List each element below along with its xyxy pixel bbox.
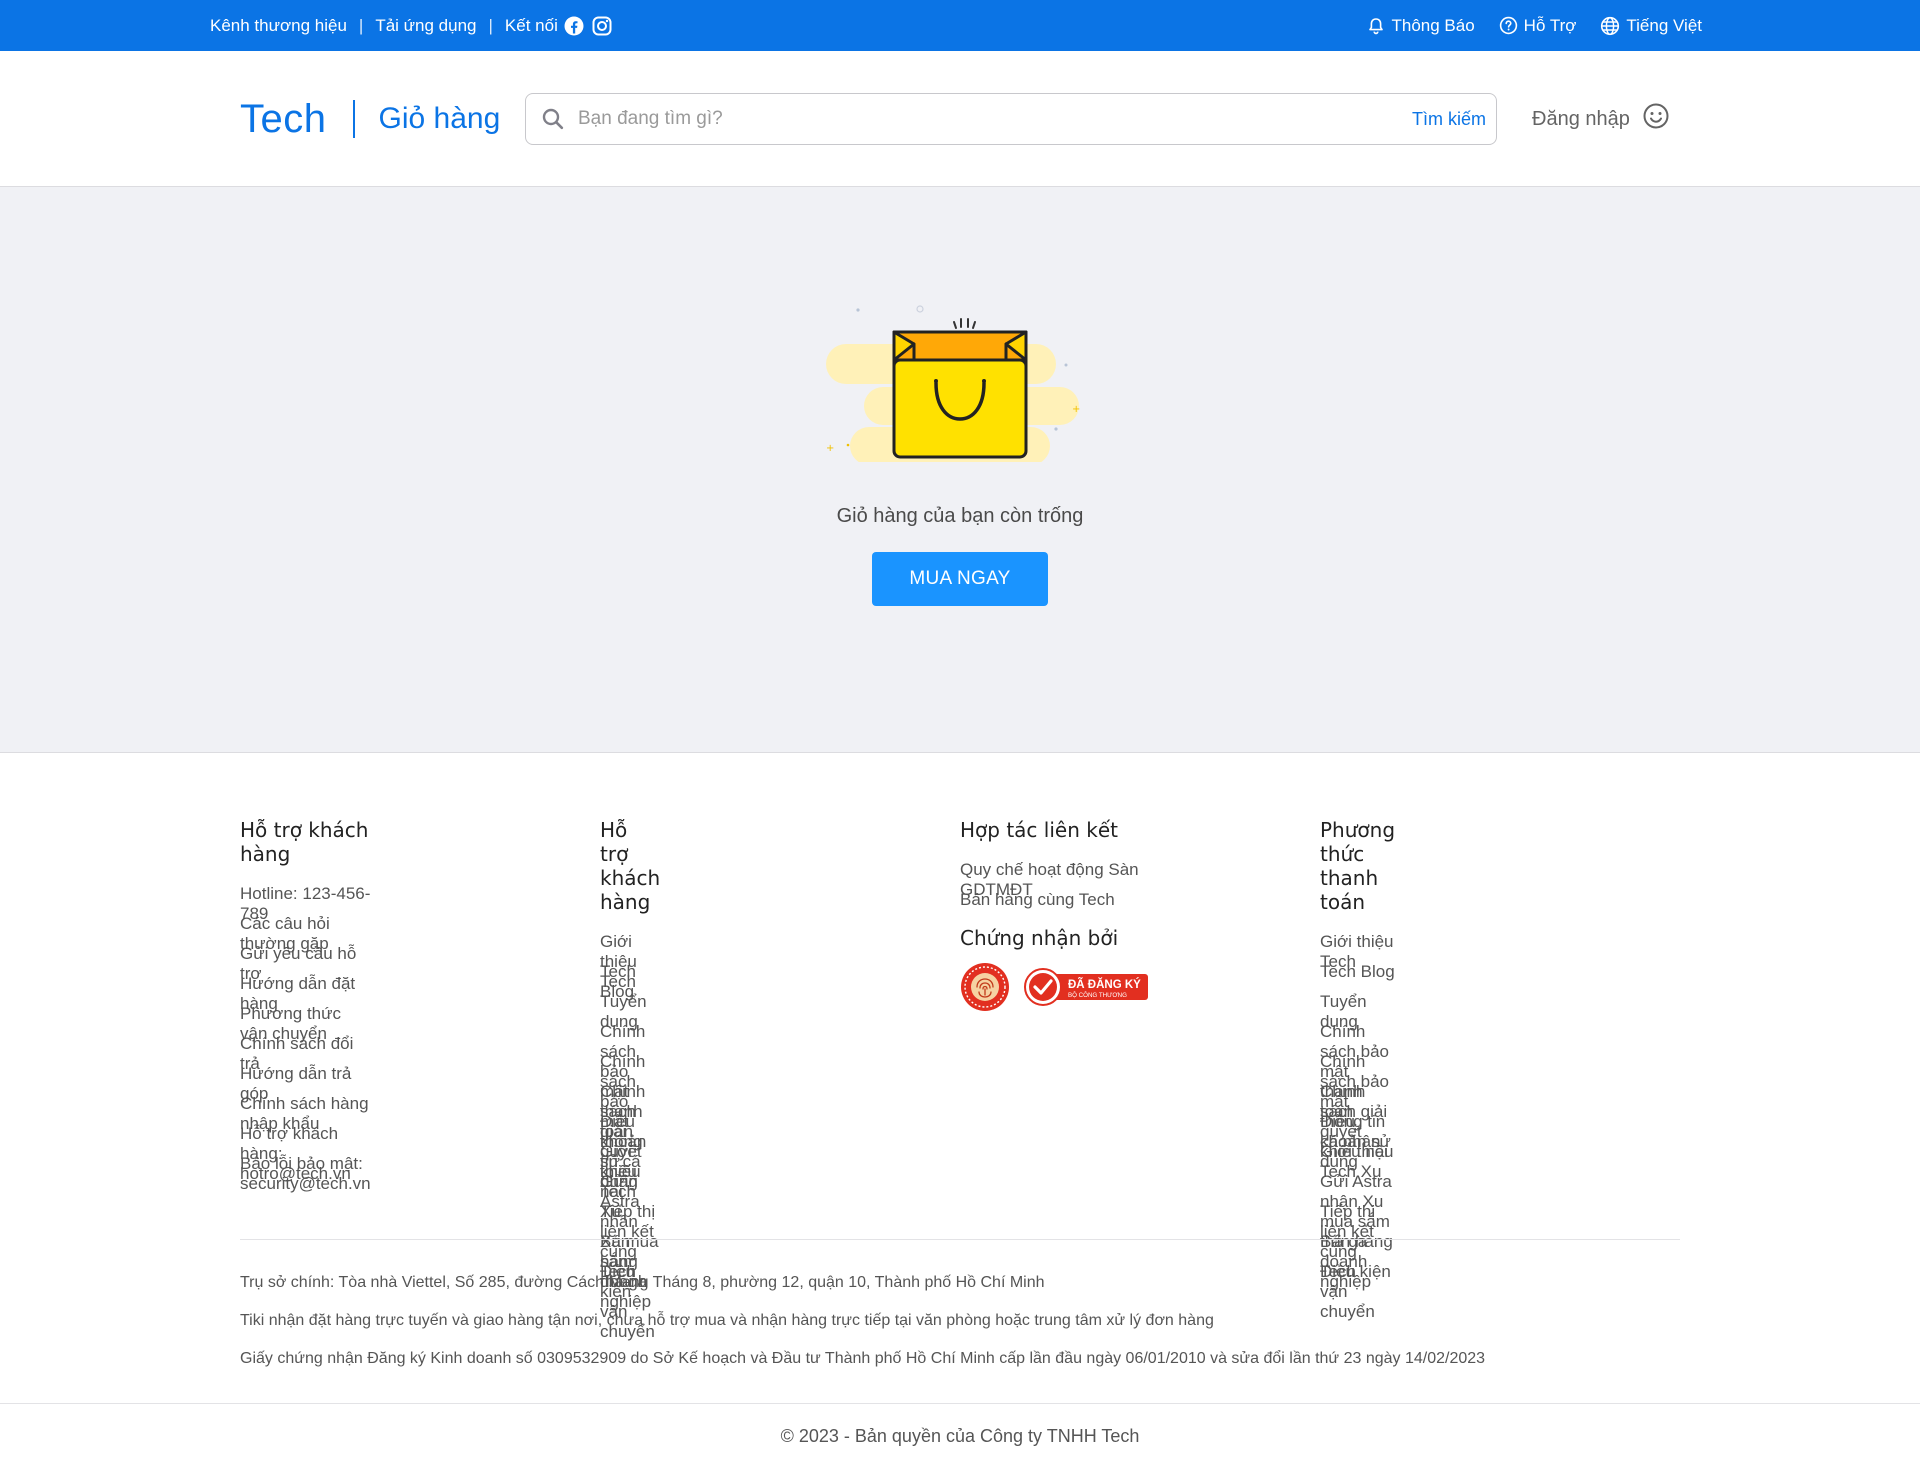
footer-link-item: Hỗ trợ khách hàng: hotro@tech.vn <box>240 1124 371 1183</box>
buy-now-button[interactable]: MUA NGAY <box>872 552 1048 606</box>
login-label: Đăng nhập <box>1532 107 1630 130</box>
footer-link-item: Tech Blog <box>600 962 660 1001</box>
site-logo[interactable]: Tech <box>240 97 327 142</box>
empty-bag-illustration: + + <box>820 277 1115 465</box>
top-bar-left: Kênh thương hiệu | Tải ứng dụng | Kết nố… <box>210 0 612 51</box>
facebook-icon[interactable] <box>564 16 584 36</box>
separator: | <box>488 15 493 35</box>
footer-link-list: Giới thiệu Tech Tech Blog Tuyển dụng Chính … <box>1320 932 1395 1321</box>
footer-link-item: Chính sách đổi trả <box>240 1034 371 1073</box>
separator: | <box>358 15 364 35</box>
footer-col-title: Hợp tác liên kết <box>960 818 1118 842</box>
footer-link-item: Hướng dẫn trả góp <box>240 1064 371 1103</box>
footer-link-item: Các câu hỏi thường gặp <box>240 914 371 953</box>
search-button[interactable]: Tìm kiếm <box>1402 109 1486 130</box>
brand-divider <box>352 100 355 138</box>
footer-link-item: Quy chế hoạt động Sàn GDTMĐT <box>960 860 1150 899</box>
footer-col-payment: Phương thức thanh toán Giới thiệu Tech Te… <box>1320 818 1396 1321</box>
bell-icon <box>1367 17 1385 35</box>
badge-ministry-text: BỘ CÔNG THƯƠNG <box>1068 992 1127 999</box>
page-title: Giỏ hàng <box>378 102 501 135</box>
footer-col-title: Hỗ trợ khách hàng <box>240 818 369 866</box>
svg-text:+: + <box>1072 404 1080 415</box>
footer-link[interactable]: Tech Blog <box>1320 962 1395 981</box>
top-bar: Kênh thương hiệu | Tải ứng dụng | Kết nố… <box>0 0 1920 51</box>
search-bar: Tìm kiếm <box>525 93 1497 145</box>
company-info: Trụ sở chính: Tòa nhà Viettel, Số 285, đ… <box>240 1273 1485 1387</box>
footer-link-item: Tuyển dụng <box>600 992 660 1031</box>
footer-col-about: Hỗ trợ khách hàng Giới thiệu Tech Tech Bl… <box>600 818 661 1341</box>
smiley-icon <box>1642 102 1670 136</box>
security-seal-icon[interactable] <box>960 962 1010 1017</box>
site-header: Tech Giỏ hàng Tìm kiếm Đăng nhập <box>0 51 1920 187</box>
footer-link-item: Chính sách bảo mật thanh toán <box>1320 1022 1395 1121</box>
support-label: Hỗ Trợ <box>1523 15 1577 35</box>
footer-link[interactable]: Báo lỗi bảo mật: security@tech.vn <box>240 1154 371 1193</box>
certification-title: Chứng nhận bởi <box>960 926 1119 950</box>
footer-link-item: Tuyển dụng <box>1320 992 1395 1031</box>
support-link[interactable]: Hỗ Trợ <box>1499 15 1577 36</box>
company-address: Trụ sở chính: Tòa nhà Viettel, Số 285, đ… <box>240 1274 1045 1291</box>
footer-link-item: Giới thiệu Tech Xu <box>1320 1142 1395 1181</box>
company-business-license: Giấy chứng nhận Đăng ký Kinh doanh số 03… <box>240 1350 1486 1367</box>
footer-col-title: Phương thức thanh toán <box>1320 818 1396 914</box>
footer-link-item: Hướng dẫn đặt hàng <box>240 974 371 1013</box>
footer-divider-bottom <box>0 1403 1920 1404</box>
login-link[interactable]: Đăng nhập <box>1532 51 1670 187</box>
footer-link-item: Tiếp thị liên kết cùng Tech <box>600 1202 660 1281</box>
footer-link-item: Điều khoản sử dụng <box>600 1112 660 1191</box>
language-label: Tiếng Việt <box>1626 15 1702 35</box>
top-bar-right: Thông Báo Hỗ Trợ Tiếng Việt <box>1367 0 1702 51</box>
footer-link-item: Chính sách giải quyết khiếu nại <box>600 1082 660 1201</box>
footer-link-item: Chính sách bảo mật thông tin cá nhân <box>600 1052 660 1191</box>
empty-cart-message: Giỏ hàng của bạn còn trống <box>836 505 1084 527</box>
search-input[interactable] <box>578 108 1402 130</box>
brand-channel-link[interactable]: Kênh thương hiệu <box>210 16 347 36</box>
footer-link-list: Quy chế hoạt động Sàn GDTMĐT Bán hàng cùn… <box>960 860 1150 920</box>
footer-link[interactable]: Bán hàng cùng Tech <box>960 890 1115 909</box>
cart-main: + + Giỏ hàng của bạn còn trống MUA NGAY <box>0 187 1920 753</box>
brand-block: Tech Giỏ hàng <box>240 51 500 187</box>
site-footer: Hỗ trợ khách hàng Hotline: 123-456-789 Cá… <box>0 753 1920 1470</box>
footer-link-list: Giới thiệu Tech Tech Blog Tuyển dụng Chính … <box>600 932 660 1341</box>
footer-link-item: Chính sách bảo mật thanh toán <box>600 1022 660 1141</box>
footer-link-item: Giới thiệu Tech <box>600 932 660 991</box>
download-app-link[interactable]: Tải ứng dụng <box>375 16 476 36</box>
notifications-link[interactable]: Thông Báo <box>1367 15 1475 36</box>
footer-link-item: Tech Blog <box>1320 962 1395 992</box>
footer-link-item: Phương thức vận chuyển <box>240 1004 371 1043</box>
footer-link-list: Hotline: 123-456-789 Các câu hỏi thường g… <box>240 884 371 1193</box>
notifications-label: Thông Báo <box>1391 15 1475 35</box>
footer-col-partners: Hợp tác liên kết Quy chế hoạt động Sàn G… <box>960 818 1150 1017</box>
footer-link-item: Chính sách hàng nhập khẩu <box>240 1094 371 1133</box>
help-circle-icon <box>1499 16 1518 35</box>
footer-link-item: Báo lỗi bảo mật: security@tech.vn <box>240 1154 371 1193</box>
footer-col-title: Hỗ trợ khách hàng <box>600 818 661 914</box>
footer-link-item: Bán hàng doanh nghiệp <box>1320 1232 1395 1291</box>
company-delivery-note: Tiki nhận đặt hàng trực tuyến và giao hà… <box>240 1312 1214 1329</box>
connect-label: Kết nối <box>504 15 558 35</box>
footer-link-item: Bán hàng cùng Tech <box>960 890 1150 920</box>
registered-ministry-badge[interactable]: ĐÃ ĐĂNG KÝ BỘ CÔNG THƯƠNG <box>1024 968 1150 1011</box>
certification-badges: ĐÃ ĐĂNG KÝ BỘ CÔNG THƯƠNG <box>960 962 1150 1017</box>
svg-text:+: + <box>826 443 834 454</box>
language-selector[interactable]: Tiếng Việt <box>1600 16 1702 36</box>
footer-divider <box>240 1239 1680 1240</box>
social-links <box>564 16 612 36</box>
footer-link-item: Hotline: 123-456-789 <box>240 884 371 923</box>
footer-link-item: Giới thiệu Tech Xu <box>600 1142 660 1221</box>
search-icon <box>540 106 566 132</box>
footer-col-customer-support: Hỗ trợ khách hàng Hotline: 123-456-789 Cá… <box>240 818 371 1193</box>
footer-link-item: Gửi Astra nhận Xu mua sắm thả ga <box>1320 1172 1395 1251</box>
globe-icon <box>1600 16 1620 36</box>
footer-link-item: Giới thiệu Tech <box>1320 932 1395 971</box>
copyright-text: © 2023 - Bản quyền của Công ty TNHH Tech <box>780 1426 1140 1446</box>
badge-registered-text: ĐÃ ĐĂNG KÝ <box>1068 978 1141 991</box>
footer-link-item: Gửi yêu cầu hỗ trợ <box>240 944 371 983</box>
instagram-icon[interactable] <box>592 16 612 36</box>
